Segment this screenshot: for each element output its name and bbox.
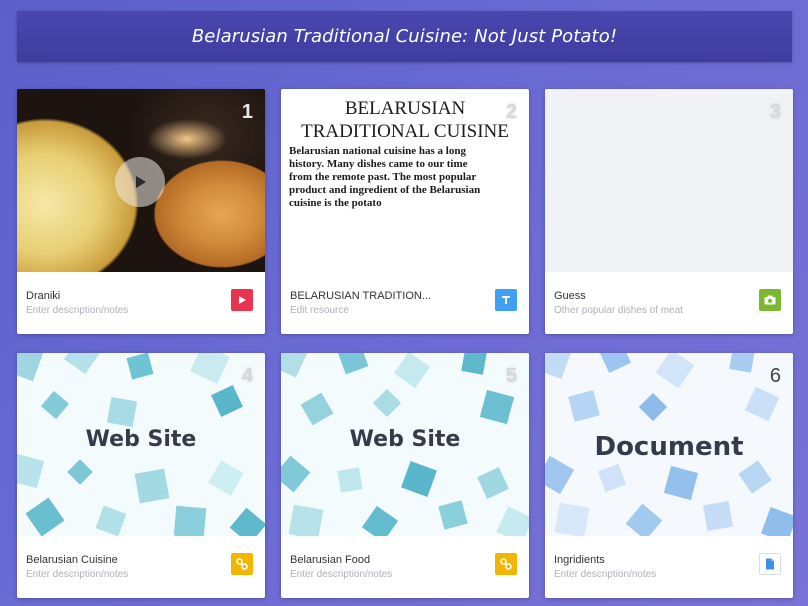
tile-document[interactable]: Document 6 Ingridients Enter description… xyxy=(545,353,793,598)
tile-thumbnail[interactable]: Web Site 5 xyxy=(281,353,529,536)
text-icon xyxy=(502,296,510,304)
tile-footer: Belarusian Cuisine Enter description/not… xyxy=(17,536,265,598)
tile-link[interactable]: Web Site 4 Belarusian Cuisine Enter desc… xyxy=(17,353,265,598)
preview-label: Document xyxy=(594,432,744,462)
link-badge[interactable] xyxy=(495,553,517,575)
tile-name[interactable]: Draniki xyxy=(26,290,60,302)
play-button[interactable] xyxy=(115,157,165,207)
tile-footer: Belarusian Food Enter description/notes xyxy=(281,536,529,598)
tile-number: 3 xyxy=(769,101,781,123)
video-badge[interactable] xyxy=(231,289,253,311)
tile-name[interactable]: Belarusian Cuisine xyxy=(26,554,118,566)
tile-note[interactable]: Edit resource xyxy=(290,305,349,316)
tile-video[interactable]: 1 Draniki Enter description/notes xyxy=(17,89,265,334)
empty-image-placeholder xyxy=(545,89,793,272)
tile-note[interactable]: Enter description/notes xyxy=(26,305,128,316)
tile-image[interactable]: 3 Guess Other popular dishes of meat xyxy=(545,89,793,334)
camera-icon xyxy=(764,295,776,305)
board-title: Belarusian Traditional Cuisine: Not Just… xyxy=(191,26,618,47)
tile-footer: BELARUSIAN TRADITION... Edit resource xyxy=(281,272,529,334)
preview-body: Belarusian national cuisine has a long h… xyxy=(289,145,481,209)
tile-footer: Draniki Enter description/notes xyxy=(17,272,265,334)
tile-name[interactable]: Guess xyxy=(554,290,586,302)
preview-heading: BELARUSIAN TRADITIONAL CUISINE xyxy=(301,98,509,142)
tile-number: 1 xyxy=(241,101,253,123)
tile-note[interactable]: Enter description/notes xyxy=(290,569,392,580)
tile-text[interactable]: BELARUSIAN TRADITIONAL CUISINE Belarusia… xyxy=(281,89,529,334)
tile-name[interactable]: BELARUSIAN TRADITION... xyxy=(290,290,431,302)
document-badge[interactable] xyxy=(759,553,781,575)
tile-thumbnail[interactable]: Document 6 xyxy=(545,353,793,536)
image-badge[interactable] xyxy=(759,289,781,311)
tile-number: 5 xyxy=(505,365,517,387)
tile-footer: Guess Other popular dishes of meat xyxy=(545,272,793,334)
tile-number: 4 xyxy=(241,365,253,387)
preview-label: Web Site xyxy=(85,427,197,452)
tile-thumbnail[interactable]: Web Site 4 xyxy=(17,353,265,536)
tile-number: 2 xyxy=(505,101,517,123)
tile-thumbnail[interactable]: 1 xyxy=(17,89,265,272)
tile-link[interactable]: Web Site 5 Belarusian Food Enter descrip… xyxy=(281,353,529,598)
tile-name[interactable]: Ingridients xyxy=(554,554,605,566)
document-icon xyxy=(766,558,774,570)
tile-number: 6 xyxy=(769,365,781,387)
tile-name[interactable]: Belarusian Food xyxy=(290,554,370,566)
play-icon xyxy=(239,296,246,304)
link-icon xyxy=(500,558,512,570)
preview-label: Web Site xyxy=(349,427,461,452)
text-preview: BELARUSIAN TRADITIONAL CUISINE Belarusia… xyxy=(281,89,529,272)
link-icon xyxy=(236,558,248,570)
link-badge[interactable] xyxy=(231,553,253,575)
tile-note[interactable]: Other popular dishes of meat xyxy=(554,305,683,316)
tile-footer: Ingridients Enter description/notes xyxy=(545,536,793,598)
play-icon xyxy=(136,176,146,188)
tile-thumbnail[interactable]: 3 xyxy=(545,89,793,272)
text-badge[interactable] xyxy=(495,289,517,311)
tile-note[interactable]: Enter description/notes xyxy=(554,569,656,580)
tile-thumbnail[interactable]: BELARUSIAN TRADITIONAL CUISINE Belarusia… xyxy=(281,89,529,272)
board-title-bar: Belarusian Traditional Cuisine: Not Just… xyxy=(17,11,792,62)
tile-note[interactable]: Enter description/notes xyxy=(26,569,128,580)
